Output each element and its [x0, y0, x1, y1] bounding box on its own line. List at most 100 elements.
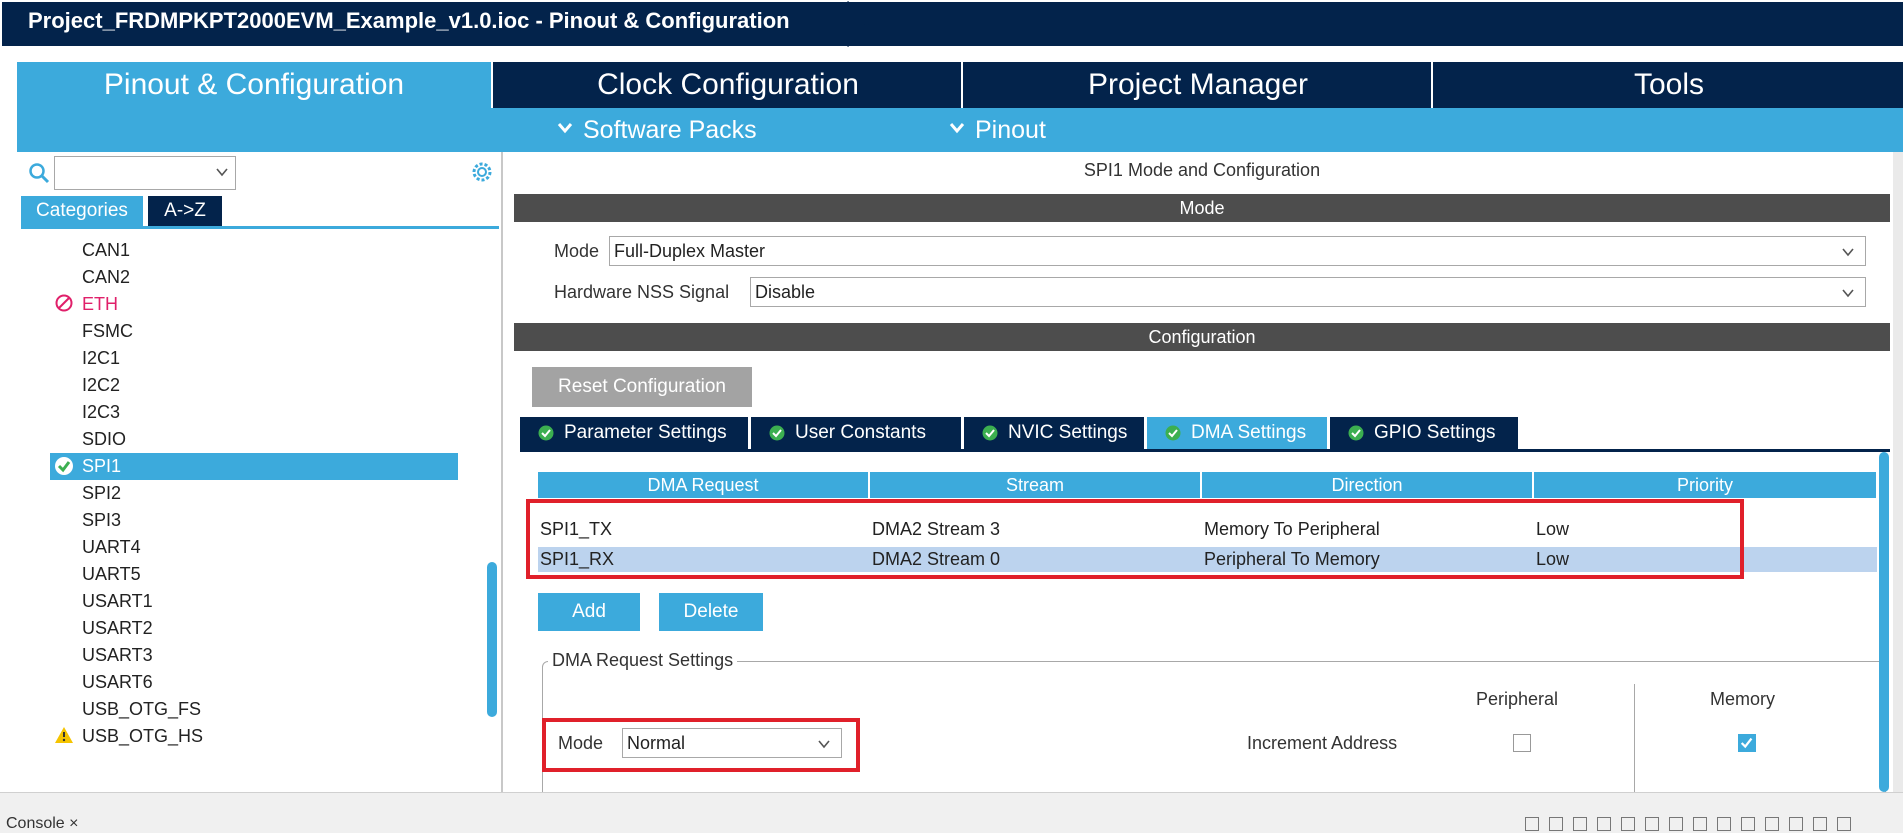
gear-icon[interactable]: [469, 159, 495, 185]
tab-clock-configuration[interactable]: Clock Configuration: [491, 62, 963, 108]
pinout-menu[interactable]: Pinout: [949, 108, 1046, 152]
toolbar-icon[interactable]: [1837, 816, 1851, 831]
column-header-priority[interactable]: Priority: [1534, 472, 1876, 498]
tab-categories[interactable]: Categories: [21, 196, 143, 226]
chevron-down-icon: [557, 123, 573, 134]
hardware-nss-label: Hardware NSS Signal: [554, 282, 730, 302]
peripheral-item[interactable]: UART4: [82, 534, 141, 561]
panel-title: SPI1 Mode and Configuration: [1083, 160, 1321, 180]
tab-project-manager[interactable]: Project Manager: [961, 62, 1433, 108]
reset-configuration-button[interactable]: Reset Configuration: [532, 367, 752, 407]
tab-label: NVIC Settings: [1008, 422, 1128, 443]
toolbar-icon[interactable]: [1717, 816, 1731, 831]
tab-gpio-settings[interactable]: GPIO Settings: [1330, 417, 1518, 449]
toolbar-icon[interactable]: [1813, 816, 1827, 831]
tab-tools[interactable]: Tools: [1431, 62, 1903, 108]
scrollbar[interactable]: [1879, 452, 1889, 792]
tab-label: DMA Settings: [1191, 422, 1307, 443]
peripheral-item[interactable]: I2C1: [82, 345, 120, 372]
check-circle-icon: [1348, 425, 1364, 441]
check-circle-icon: [1165, 425, 1181, 441]
peripheral-increment-checkbox[interactable]: [1513, 734, 1531, 752]
column-header-dma-request[interactable]: DMA Request: [538, 472, 870, 498]
search-input[interactable]: [54, 156, 236, 190]
toolbar-icon[interactable]: [1597, 816, 1611, 831]
software-packs-label: Software Packs: [583, 116, 757, 144]
peripheral-item[interactable]: ETH: [82, 291, 118, 318]
toolbar-icon[interactable]: [1549, 816, 1563, 831]
delete-button[interactable]: Delete: [659, 593, 763, 631]
tab-user-constants[interactable]: User Constants: [751, 417, 961, 449]
peripheral-item[interactable]: CAN2: [82, 264, 130, 291]
column-header-stream[interactable]: Stream: [870, 472, 1202, 498]
dma-request-settings-legend: DMA Request Settings: [548, 650, 738, 671]
check-circle-icon: [769, 425, 785, 441]
peripheral-item[interactable]: SDIO: [82, 426, 126, 453]
tab-parameter-settings[interactable]: Parameter Settings: [520, 417, 748, 449]
chevron-down-icon: [1842, 248, 1854, 257]
tab-nvic-settings[interactable]: NVIC Settings: [964, 417, 1144, 449]
hardware-nss-value: Disable: [755, 282, 816, 302]
peripheral-item[interactable]: UART5: [82, 561, 141, 588]
toolbar-icon[interactable]: [1765, 816, 1779, 831]
peripheral-item[interactable]: CAN1: [82, 237, 130, 264]
main-tab-bar: Pinout & Configuration Clock Configurati…: [17, 62, 1903, 108]
software-packs-menu[interactable]: Software Packs: [557, 108, 757, 152]
peripheral-item[interactable]: USB_OTG_HS: [82, 723, 203, 750]
tab-pinout-configuration[interactable]: Pinout & Configuration: [17, 62, 491, 108]
toolbar-icon[interactable]: [1525, 816, 1539, 831]
peripheral-item[interactable]: SPI3: [82, 507, 121, 534]
chevron-down-icon: [949, 123, 965, 134]
column-header-direction[interactable]: Direction: [1202, 472, 1534, 498]
peripheral-item[interactable]: USART2: [82, 615, 153, 642]
peripheral-item[interactable]: I2C3: [82, 399, 120, 426]
sub-menu-bar: Software Packs Pinout: [17, 108, 1903, 152]
chevron-down-icon: [216, 168, 228, 177]
warning-icon: [55, 727, 73, 743]
window-title: Project_FRDMPKPT2000EVM_Example_v1.0.ioc…: [28, 8, 790, 33]
title-bar: Project_FRDMPKPT2000EVM_Example_v1.0.ioc…: [0, 0, 1903, 48]
peripheral-item[interactable]: SPI2: [82, 480, 121, 507]
collapsed-side-panel[interactable]: [1893, 152, 1903, 792]
scrollbar[interactable]: [487, 562, 497, 717]
mode-section-header: Mode: [514, 194, 1890, 222]
tab-label: User Constants: [795, 422, 926, 443]
check-circle-icon: [538, 425, 554, 441]
peripheral-item[interactable]: USART1: [82, 588, 153, 615]
peripheral-item[interactable]: USART3: [82, 642, 153, 669]
tab-label: Parameter Settings: [564, 422, 727, 443]
toolbar-icon[interactable]: [1645, 816, 1659, 831]
pinout-label: Pinout: [975, 116, 1046, 144]
toolbar-icon[interactable]: [1621, 816, 1635, 831]
tab-dma-settings[interactable]: DMA Settings: [1147, 417, 1327, 449]
peripheral-item[interactable]: FSMC: [82, 318, 133, 345]
peripheral-item[interactable]: USB_OTG_FS: [82, 696, 201, 723]
categories-panel: Categories A->Z CAN1 CAN2 ETH FSMC I2C1 …: [17, 152, 503, 792]
hardware-nss-select[interactable]: Disable: [750, 277, 1866, 307]
toolbar-icon[interactable]: [1741, 816, 1755, 831]
tab-a-z[interactable]: A->Z: [148, 196, 222, 226]
mode-label: Mode: [554, 241, 600, 261]
checkmark-icon: [1740, 737, 1753, 749]
peripheral-column-label: Peripheral: [1476, 689, 1559, 709]
breadcrumb-chevron-icon: [845, 0, 870, 48]
peripheral-item[interactable]: USART6: [82, 669, 153, 696]
console-tab[interactable]: Console ×: [6, 815, 79, 833]
search-icon[interactable]: [28, 162, 50, 184]
mode-select[interactable]: Full-Duplex Master: [609, 236, 1866, 266]
check-circle-icon: [982, 425, 998, 441]
configuration-section-header: Configuration: [514, 323, 1890, 351]
toolbar-icon[interactable]: [1789, 816, 1803, 831]
peripheral-item[interactable]: I2C2: [82, 372, 120, 399]
toolbar-icon[interactable]: [1669, 816, 1683, 831]
add-button[interactable]: Add: [538, 593, 640, 631]
peripheral-item-selected[interactable]: SPI1: [50, 453, 458, 480]
highlight-box: [526, 499, 1744, 579]
toolbar-icon[interactable]: [1693, 816, 1707, 831]
console-bar: Console ×: [0, 792, 1903, 833]
console-toolbar: [1525, 813, 1861, 831]
highlight-box: [542, 718, 860, 772]
memory-column-label: Memory: [1710, 689, 1776, 709]
toolbar-icon[interactable]: [1573, 816, 1587, 831]
memory-increment-checkbox[interactable]: [1738, 734, 1756, 752]
